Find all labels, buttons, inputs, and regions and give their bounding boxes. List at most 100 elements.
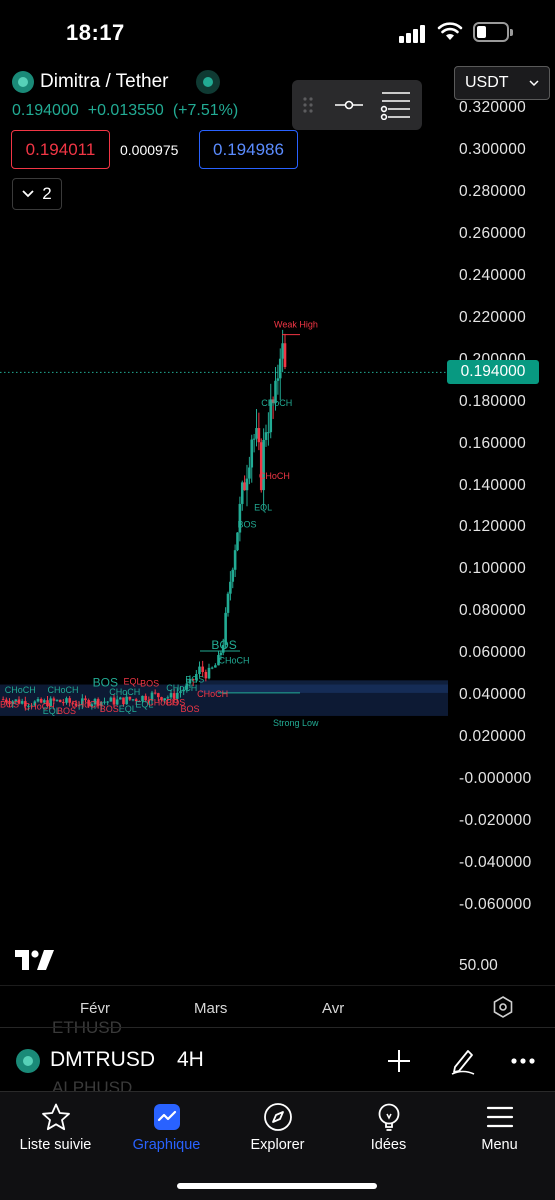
currency-select[interactable]: USDT — [454, 66, 550, 100]
price-axis-label: 0.140000 — [459, 476, 527, 494]
candle-body — [252, 438, 256, 440]
structure-label: CHoCH — [197, 689, 228, 699]
settings-lines-icon[interactable] — [380, 90, 412, 120]
strong-low-label: Strong Low — [273, 718, 319, 728]
candle-body — [245, 478, 249, 491]
status-bar: 18:17 — [0, 0, 555, 64]
price-axis-label: -0.060000 — [459, 895, 532, 913]
buy-price-button[interactable]: 0.194986 — [199, 130, 298, 169]
symbol-legend[interactable]: Dimitra / Tether — [12, 70, 221, 94]
candle-body — [119, 697, 122, 700]
chevron-down-icon — [529, 79, 539, 86]
drawing-tools-button[interactable] — [446, 1044, 480, 1078]
line-tool-icon[interactable] — [334, 95, 364, 115]
price-axis-label: 0.120000 — [459, 518, 527, 536]
more-dots-icon — [511, 1058, 535, 1064]
wifi-icon — [437, 22, 463, 40]
price-axis-label: 0.220000 — [459, 308, 527, 326]
structure-label: EQL — [124, 677, 142, 687]
candle-body — [62, 702, 65, 704]
candle-body — [257, 428, 261, 443]
status-time: 18:17 — [66, 20, 125, 45]
chart-settings-icon[interactable] — [492, 996, 514, 1018]
structure-label: CHoCH — [48, 685, 79, 695]
structure-label: EQL — [119, 704, 137, 714]
tab-chart[interactable]: Graphique — [111, 1100, 222, 1160]
indicators-count: 2 — [42, 184, 52, 203]
price-axis-label: 0.060000 — [459, 644, 527, 662]
compass-icon — [263, 1103, 292, 1131]
tab-explore[interactable]: Explorer — [222, 1100, 333, 1160]
change-abs: +0.013550 — [87, 102, 164, 119]
structure-label: CHoCH — [261, 398, 292, 408]
candle-body — [131, 699, 135, 701]
dimitra-logo-icon — [12, 71, 34, 93]
candle-body — [255, 428, 258, 439]
candle-body — [201, 666, 204, 672]
structure-label: CHoCH — [259, 471, 290, 481]
interval-selector[interactable]: 4H — [177, 1048, 204, 1072]
battery-icon — [473, 22, 513, 42]
symbol-title[interactable]: Dimitra / Tether — [40, 71, 168, 93]
chevron-down-icon — [22, 190, 34, 198]
candle-body — [236, 532, 239, 551]
candle-body — [262, 439, 265, 491]
drag-handle-icon[interactable] — [302, 96, 314, 114]
star-icon — [41, 1103, 70, 1131]
candle-body — [226, 593, 230, 613]
price-chart[interactable]: Weak High Strong Low CHoCH CHoCH BOS CHoCH EQL… — [0, 60, 448, 1025]
candle-body — [109, 697, 113, 702]
cellular-signal-icon — [399, 25, 429, 43]
candle-body — [198, 666, 201, 675]
candle-body — [243, 482, 246, 491]
indicators-toggle-button[interactable]: 2 — [12, 178, 62, 210]
candle-body — [281, 343, 284, 359]
candle-body — [58, 699, 62, 703]
last-price: 0.194000 — [12, 102, 79, 119]
sell-price-button[interactable]: 0.194011 — [11, 130, 110, 169]
candle-body — [210, 667, 214, 669]
add-button[interactable] — [382, 1044, 416, 1078]
price-axis-label: 0.160000 — [459, 434, 527, 452]
structure-label: CHoCH — [5, 685, 36, 695]
price-axis-label: 0.260000 — [459, 225, 527, 243]
plus-icon — [388, 1050, 410, 1072]
candle-body — [153, 692, 157, 694]
weak-high-label: Weak High — [274, 320, 318, 330]
candle-body — [106, 701, 109, 703]
candle-body — [248, 467, 251, 479]
candle-body — [240, 482, 244, 504]
structure-label: BOS — [0, 700, 19, 710]
symbol-selector[interactable]: DMTRUSD — [50, 1048, 155, 1072]
home-indicator — [177, 1183, 377, 1189]
floating-drawing-toolbar[interactable] — [292, 80, 422, 130]
candle-body — [229, 581, 232, 594]
tab-label: Menu — [481, 1137, 518, 1153]
tab-menu[interactable]: Menu — [444, 1100, 555, 1160]
market-status-icon[interactable] — [196, 70, 221, 94]
candle-body — [128, 696, 132, 700]
candle-body — [231, 569, 235, 582]
structure-label: CHoCH — [71, 700, 102, 710]
candle-body — [283, 343, 287, 367]
tradingview-logo-icon — [15, 950, 54, 970]
price-axis-label: 0.020000 — [459, 727, 527, 745]
structure-label: BOS — [181, 704, 200, 714]
structure-label: BOS — [140, 679, 159, 689]
price-axis-label: 0.080000 — [459, 602, 527, 620]
candle-body — [276, 378, 280, 381]
tab-watchlist[interactable]: Liste suivie — [0, 1100, 111, 1160]
tab-label: Explorer — [250, 1137, 305, 1153]
candle-body — [250, 439, 254, 468]
chart-area[interactable]: Weak High Strong Low CHoCH CHoCH BOS CHoCH EQL… — [0, 60, 555, 1025]
price-axis-label: -0.040000 — [459, 853, 532, 871]
price-change-row: 0.194000 +0.013550 (+7.51%) — [12, 102, 238, 120]
candle-body — [207, 667, 211, 679]
pen-icon — [451, 1050, 475, 1075]
candle-body — [55, 699, 59, 701]
candle-body — [278, 358, 282, 379]
tab-ideas[interactable]: Idées — [333, 1100, 444, 1160]
bulb-icon — [378, 1103, 399, 1131]
current-price-tag: 0.194000 — [447, 360, 539, 385]
more-options-button[interactable] — [506, 1044, 540, 1078]
